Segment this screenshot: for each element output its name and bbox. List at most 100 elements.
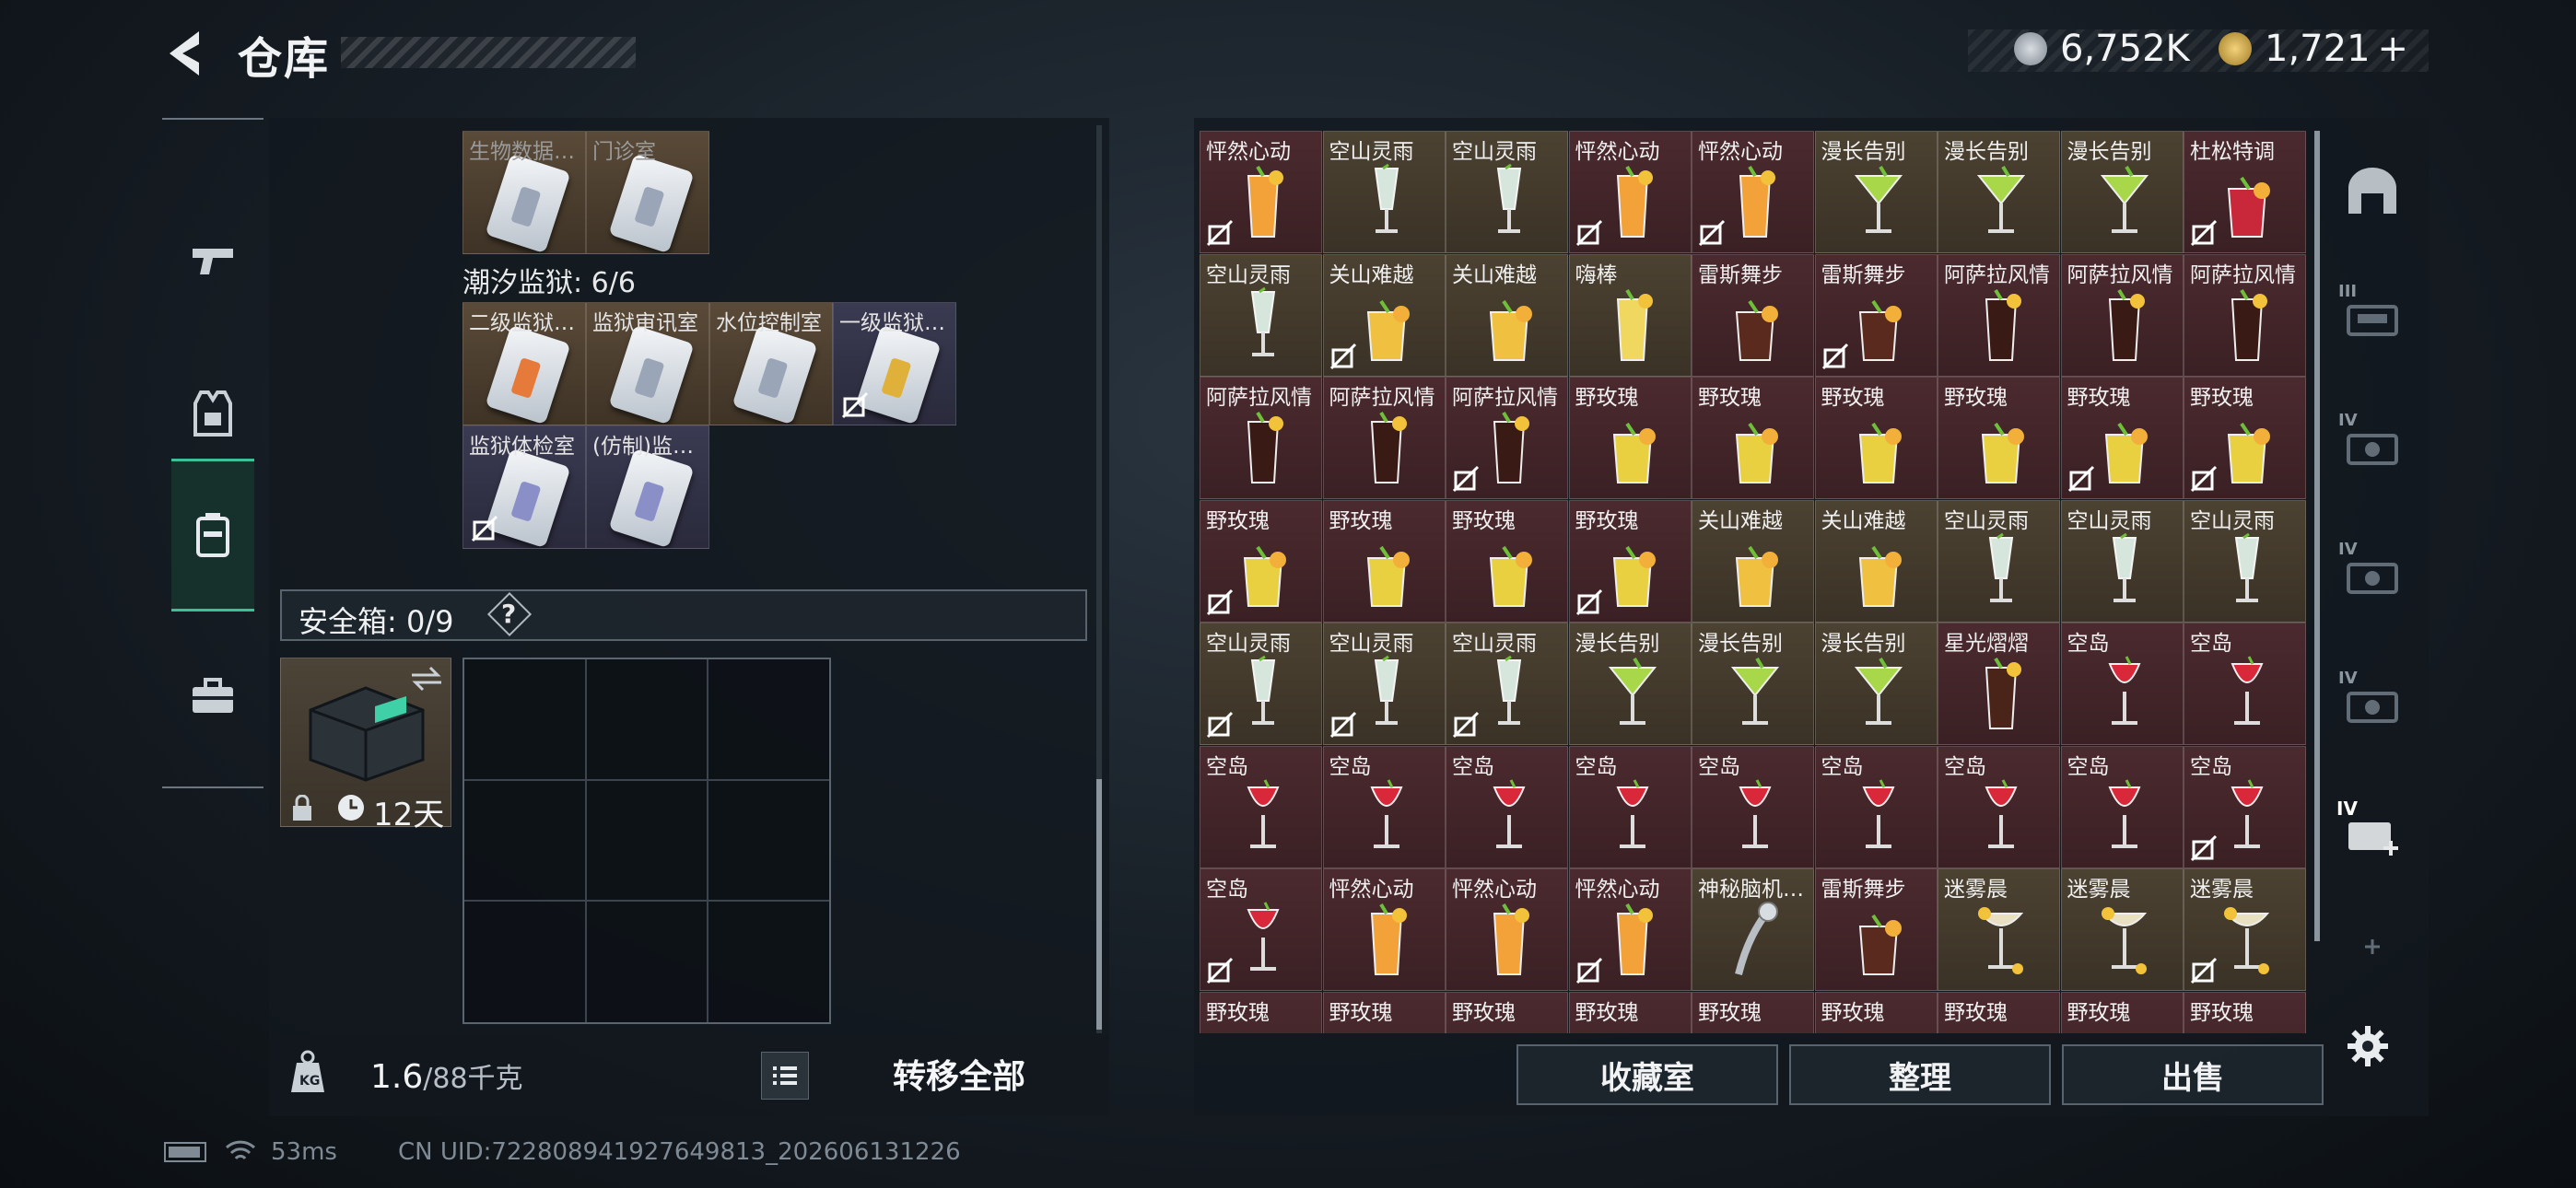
inventory-item[interactable]: 野玫瑰 [2060,991,2184,1033]
tab-storage[interactable] [171,459,254,611]
help-icon[interactable]: ? [501,599,516,629]
inventory-item[interactable]: 漫长告别 [2060,131,2184,253]
nav-more[interactable] [2331,928,2414,965]
nav-page-3[interactable]: IV [2331,385,2414,514]
inventory-item[interactable]: 怦然心动 [1446,868,1568,991]
transfer-all-button[interactable]: 转移全部 [818,1041,1100,1107]
inventory-item[interactable]: 野玫瑰 [2060,377,2184,499]
inventory-item[interactable]: 空岛 [1322,745,1446,868]
item-grid[interactable]: 怦然心动 空山灵雨 空山灵雨 怦然心动 怦然心动 漫长告别 漫长告别 漫长告别 杜松特调 空山灵雨… [1200,131,2307,1033]
inventory-item[interactable]: 迷雾晨 [2060,868,2184,991]
inventory-item[interactable]: 野玫瑰 [1692,377,1814,499]
collection-room-button[interactable]: 收藏室 [1516,1044,1778,1105]
inventory-item[interactable]: 怦然心动 [1200,131,1322,253]
inventory-item[interactable]: 野玫瑰 [1446,991,1568,1033]
inventory-item[interactable]: 野玫瑰 [1200,499,1322,623]
inventory-item[interactable]: 阿萨拉风情 [1322,377,1446,499]
inventory-item[interactable]: 空岛 [2184,623,2306,745]
swap-icon[interactable] [410,666,443,692]
nav-page-2[interactable]: III [2331,256,2414,385]
inventory-item[interactable]: 杜松特调 [2184,131,2306,253]
inventory-item[interactable]: 漫长告别 [1814,623,1938,745]
inventory-item[interactable]: 阿萨拉风情 [2060,253,2184,377]
inventory-item[interactable]: 迷雾晨 [2184,868,2306,991]
sell-button[interactable]: 出售 [2062,1044,2324,1105]
inventory-item[interactable]: 野玫瑰 [1568,377,1692,499]
inventory-item[interactable]: 野玫瑰 [1568,499,1692,623]
inventory-item[interactable]: 野玫瑰 [1692,991,1814,1033]
inventory-item[interactable]: 空岛 [1568,745,1692,868]
item-card[interactable]: 生物数据… [463,131,586,254]
nav-page-main[interactable] [2331,127,2414,256]
inventory-item[interactable]: 空岛 [2184,745,2306,868]
inventory-item[interactable]: 阿萨拉风情 [1200,377,1322,499]
item-card[interactable]: 水位控制室 [709,302,833,425]
inventory-item[interactable]: 野玫瑰 [1200,991,1322,1033]
inventory-item[interactable]: 野玫瑰 [1814,991,1938,1033]
inventory-item[interactable]: 野玫瑰 [1322,499,1446,623]
inventory-item[interactable]: 阿萨拉风情 [2184,253,2306,377]
item-card[interactable]: 一级监狱… [833,302,956,425]
inventory-item[interactable]: 怦然心动 [1692,131,1814,253]
back-button[interactable] [162,26,214,81]
item-card[interactable]: 监狱审讯室 [586,302,709,425]
inventory-item[interactable]: 野玫瑰 [1938,991,2060,1033]
right-scrollbar[interactable] [2314,131,2320,941]
currency-b[interactable]: 1,721 + [2219,26,2408,72]
inventory-item[interactable]: 漫长告别 [1692,623,1814,745]
inventory-item[interactable]: 关山难越 [1446,253,1568,377]
inventory-item[interactable]: 空岛 [1446,745,1568,868]
inventory-item[interactable]: 雷斯舞步 [1814,253,1938,377]
safe-case-grid[interactable] [463,658,831,1024]
inventory-item[interactable]: 野玫瑰 [2184,991,2306,1033]
item-card[interactable]: (仿制)监… [586,425,709,549]
inventory-item[interactable]: 空山灵雨 [1446,131,1568,253]
list-view-button[interactable] [761,1052,809,1100]
inventory-item[interactable]: 空岛 [1692,745,1814,868]
inventory-item[interactable]: 野玫瑰 [1568,991,1692,1033]
item-card[interactable]: 门诊室 [586,131,709,254]
inventory-item[interactable]: 空岛 [2060,745,2184,868]
inventory-item[interactable]: 空岛 [1200,868,1322,991]
inventory-item[interactable]: 嗨棒 [1568,253,1692,377]
inventory-item[interactable]: 空山灵雨 [2060,499,2184,623]
inventory-item[interactable]: 空山灵雨 [1322,131,1446,253]
inventory-item[interactable]: 关山难越 [1692,499,1814,623]
inventory-item[interactable]: 漫长告别 [1568,623,1692,745]
tab-medical[interactable] [171,623,254,770]
inventory-item[interactable]: 神秘脑机… [1692,868,1814,991]
tab-weapons[interactable] [171,188,254,335]
inventory-item[interactable]: 空岛 [2060,623,2184,745]
inventory-item[interactable]: 空山灵雨 [1200,623,1322,745]
item-card[interactable]: 二级监狱… [463,302,586,425]
inventory-item[interactable]: 关山难越 [1814,499,1938,623]
inventory-item[interactable]: 空岛 [1938,745,2060,868]
settings-gear-icon[interactable] [2346,1024,2390,1068]
inventory-item[interactable]: 迷雾晨 [1938,868,2060,991]
inventory-item[interactable]: 野玫瑰 [1322,991,1446,1033]
inventory-item[interactable]: 空岛 [1814,745,1938,868]
inventory-item[interactable]: 雷斯舞步 [1692,253,1814,377]
inventory-item[interactable]: 怦然心动 [1568,131,1692,253]
inventory-item[interactable]: 怦然心动 [1322,868,1446,991]
inventory-item[interactable]: 雷斯舞步 [1814,868,1938,991]
inventory-item[interactable]: 关山难越 [1322,253,1446,377]
nav-page-4[interactable]: IV [2331,514,2414,643]
inventory-item[interactable]: 野玫瑰 [1938,377,2060,499]
nav-page-6-add[interactable]: IV [2331,772,2414,901]
item-card[interactable]: 监狱体检室 [463,425,586,549]
inventory-item[interactable]: 空山灵雨 [2184,499,2306,623]
inventory-item[interactable]: 空山灵雨 [1322,623,1446,745]
inventory-item[interactable]: 空山灵雨 [1446,623,1568,745]
inventory-item[interactable]: 空山灵雨 [1938,499,2060,623]
inventory-item[interactable]: 星光熠熠 [1938,623,2060,745]
inventory-item[interactable]: 漫长告别 [1938,131,2060,253]
inventory-item[interactable]: 怦然心动 [1568,868,1692,991]
inventory-item[interactable]: 漫长告别 [1814,131,1938,253]
sort-button[interactable]: 整理 [1789,1044,2051,1105]
inventory-item[interactable]: 野玫瑰 [1446,499,1568,623]
left-scrollbar-thumb[interactable] [1096,779,1102,1030]
inventory-item[interactable]: 阿萨拉风情 [1938,253,2060,377]
inventory-item[interactable]: 阿萨拉风情 [1446,377,1568,499]
inventory-item[interactable]: 空山灵雨 [1200,253,1322,377]
